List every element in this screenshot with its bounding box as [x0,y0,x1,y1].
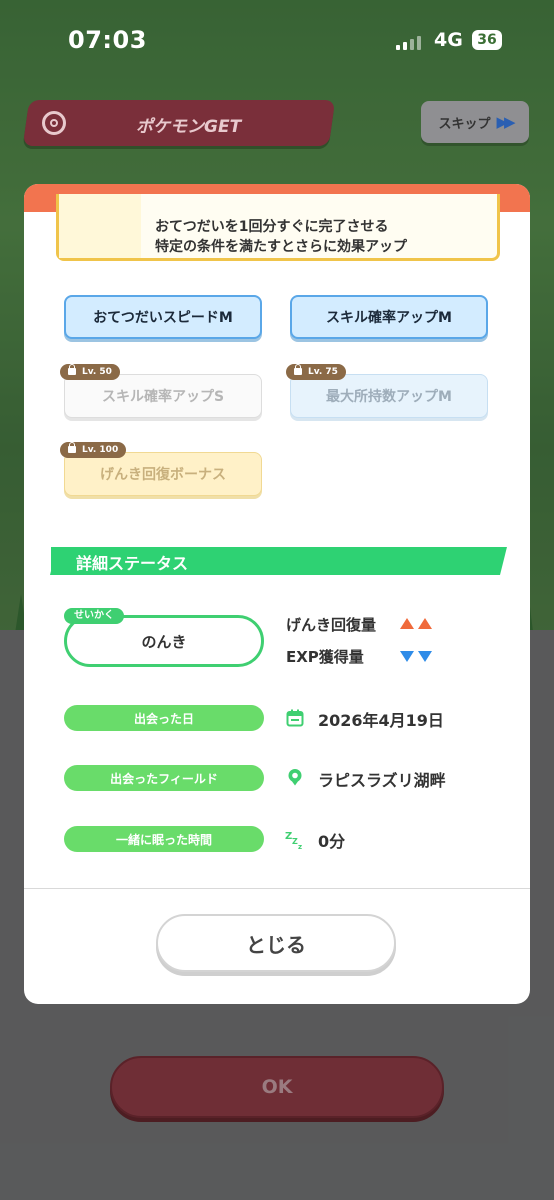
close-button-label: とじる [246,932,306,957]
skip-button[interactable]: スキップ ▶▶ [421,101,529,143]
stat-down-label: EXP獲得量 [286,648,364,666]
met-date-label: 出会った日 [64,705,264,731]
ok-button-label: OK [261,1076,293,1098]
skill-effect-box: おてつだいを1回分すぐに完了させる 特定の条件を満たすとさらに効果アップ [56,194,500,261]
lock-icon [68,442,76,453]
up-arrow-icon [418,618,432,629]
status-time: 07:03 [68,26,147,54]
map-pin-icon [288,769,302,786]
close-button[interactable]: とじる [156,914,396,972]
sub-skill-button-locked[interactable]: 最大所持数アップM [290,374,488,418]
fast-forward-icon: ▶▶ [496,113,515,131]
lock-level-badge: Lv. 50 [60,364,120,380]
page-title: ポケモンGET [136,117,242,137]
down-arrow-icon [418,651,432,662]
calendar-icon [286,709,304,727]
met-date-value: 2026年4月19日 [318,711,444,730]
skill-effect-line-1: おてつだいを1回分すぐに完了させる [155,219,389,235]
skip-label: スキップ [438,116,491,132]
ok-button[interactable]: OK [110,1056,444,1118]
section-title: 詳細ステータス [76,554,189,573]
sub-skill-button-locked[interactable]: げんき回復ボーナス [64,452,262,496]
stat-up-label: げんき回復量 [286,616,377,634]
battery-icon: 36 [472,30,502,50]
pokemon-detail-modal: おてつだいを1回分すぐに完了させる 特定の条件を満たすとさらに効果アップ おてつ… [24,184,530,1004]
nature-value: のんき [141,632,187,651]
stat-up-arrows [398,618,432,629]
lock-icon [68,364,76,375]
sub-skill-button-locked[interactable]: スキル確率アップS [64,374,262,418]
sub-skill-button[interactable]: おてつだいスピードM [64,295,262,339]
sleep-time-label: 一緒に眠った時間 [64,826,264,852]
up-arrow-icon [400,618,414,629]
skill-effect-line-2: 特定の条件を満たすとさらに効果アップ [155,239,407,255]
met-field-label: 出会ったフィールド [64,765,264,791]
met-field-value: ラピスラズリ湖畔 [318,771,446,790]
skill-effect-icon-area [59,194,141,258]
zzz-icon: Z Z z [285,831,302,851]
stat-down-arrows [398,651,432,662]
network-type: 4G [434,29,463,51]
signal-icon [396,36,421,50]
svg-text:z: z [298,843,302,851]
sleep-time-value: 0分 [318,832,346,851]
lock-level-badge: Lv. 100 [60,442,127,458]
lock-icon [294,364,302,375]
sub-skill-button[interactable]: スキル確率アップM [290,295,488,339]
lock-level-badge: Lv. 75 [286,364,346,380]
down-arrow-icon [400,651,414,662]
section-header-accent [51,547,57,575]
status-bar: 07:03 4G 36 [0,0,554,80]
pokeball-icon [42,111,66,135]
nature-label: せいかく [64,608,124,624]
modal-divider [24,888,530,889]
